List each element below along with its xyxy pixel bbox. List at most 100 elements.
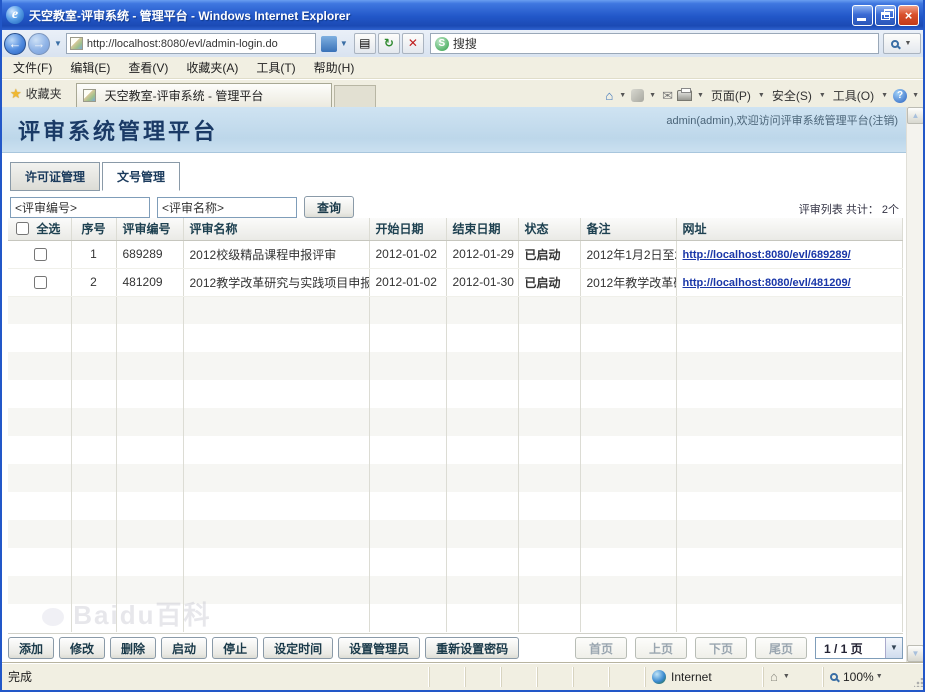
protected-mode-cell[interactable]: ⌂ ▼ — [763, 667, 823, 687]
feeds-icon[interactable] — [631, 89, 644, 102]
tab-document-number-management[interactable]: 文号管理 — [102, 162, 180, 191]
cell-end-date: 2012-01-30 — [446, 268, 518, 296]
header-code: 评审编号 — [116, 218, 183, 240]
empty-row — [8, 296, 903, 324]
query-button[interactable]: 查询 — [304, 196, 354, 218]
new-tab-button[interactable] — [334, 85, 376, 107]
review-name-input[interactable] — [157, 197, 297, 218]
title-bar[interactable]: e 天空教室-评审系统 - 管理平台 - Windows Internet Ex… — [0, 0, 925, 30]
scroll-up-button[interactable]: ▲ — [907, 107, 924, 124]
status-segment — [501, 667, 537, 687]
page-menu[interactable]: 页面(P) — [709, 87, 753, 104]
feeds-dropdown[interactable]: ▼ — [647, 92, 658, 99]
help-dropdown[interactable]: ▼ — [910, 92, 921, 99]
print-icon[interactable] — [677, 90, 692, 101]
tools-menu[interactable]: 工具(O) — [831, 87, 876, 104]
protected-mode-dropdown[interactable]: ▼ — [781, 673, 792, 680]
help-icon[interactable]: ? — [893, 89, 907, 103]
minimize-button[interactable] — [852, 5, 873, 26]
home-dropdown[interactable]: ▼ — [617, 92, 628, 99]
last-page-button[interactable]: 尾页 — [755, 637, 807, 659]
set-admin-button[interactable]: 设置管理员 — [338, 637, 420, 659]
address-dropdown[interactable]: ▼ — [338, 39, 352, 48]
review-url-link[interactable]: http://localhost:8080/evl/689289/ — [683, 249, 851, 261]
status-segment — [609, 667, 645, 687]
first-page-button[interactable]: 首页 — [575, 637, 627, 659]
welcome-text: admin(admin),欢迎访问评审系统管理平台(注销) — [666, 112, 898, 128]
page-content: 评审系统管理平台 admin(admin),欢迎访问评审系统管理平台(注销) 许… — [2, 107, 923, 662]
tools-menu-dropdown[interactable]: ▼ — [879, 92, 890, 99]
menu-favorites[interactable]: 收藏夹(A) — [177, 57, 247, 78]
scroll-down-button[interactable]: ▼ — [907, 645, 924, 662]
resize-grip[interactable] — [911, 663, 925, 690]
mail-icon[interactable]: ✉ — [661, 88, 674, 104]
menu-file[interactable]: 文件(F) — [4, 57, 61, 78]
review-url-link[interactable]: http://localhost:8080/evl/481209/ — [683, 277, 851, 289]
pagination: 首页 上页 下页 尾页 1 / 1 页 ▼ — [575, 637, 903, 659]
star-icon: ★ — [10, 86, 22, 102]
close-button[interactable]: × — [898, 5, 919, 26]
address-field[interactable] — [66, 33, 316, 54]
header-seq: 序号 — [71, 218, 116, 240]
tab-license-management[interactable]: 许可证管理 — [10, 162, 100, 191]
zoom-control[interactable]: 100% ▼ — [823, 667, 911, 687]
stop-button[interactable]: ✕ — [402, 33, 424, 54]
home-icon[interactable]: ⌂ — [604, 88, 614, 103]
review-code-input[interactable] — [10, 197, 150, 218]
menu-edit[interactable]: 编辑(E) — [61, 57, 119, 78]
vertical-scrollbar[interactable]: ▲ ▼ — [906, 107, 923, 662]
menu-help[interactable]: 帮助(H) — [305, 57, 364, 78]
status-segment — [429, 667, 465, 687]
page-select[interactable]: 1 / 1 页 ▼ — [815, 637, 903, 659]
zoom-magnifier-icon — [830, 673, 838, 681]
page-menu-dropdown[interactable]: ▼ — [756, 92, 767, 99]
delete-button[interactable]: 删除 — [110, 637, 156, 659]
zoom-dropdown[interactable]: ▼ — [874, 673, 885, 680]
zoom-level: 100% — [843, 670, 874, 684]
favorites-button[interactable]: ★ 收藏夹 — [4, 82, 70, 107]
protected-mode-icon: ⌂ — [770, 669, 778, 684]
page-preview-button[interactable]: ▤ — [354, 33, 376, 54]
cell-name: 2012教学改革研究与实践项目申报 — [183, 268, 369, 296]
forward-button[interactable]: → — [28, 33, 50, 55]
address-input[interactable] — [87, 38, 312, 50]
search-options-dropdown[interactable]: ▼ — [903, 40, 914, 47]
search-bar: 查询 — [10, 196, 354, 218]
modify-button[interactable]: 修改 — [59, 637, 105, 659]
browser-tab[interactable]: 天空教室-评审系统 - 管理平台 — [76, 83, 332, 107]
back-button[interactable]: ← — [4, 33, 26, 55]
select-all-checkbox[interactable] — [16, 222, 29, 235]
compatibility-view-icon[interactable] — [321, 36, 337, 52]
menu-view[interactable]: 查看(V) — [119, 57, 177, 78]
recent-pages-dropdown[interactable]: ▼ — [52, 39, 66, 48]
cell-start-date: 2012-01-02 — [369, 240, 446, 268]
logout-link[interactable]: (注销) — [869, 115, 898, 127]
start-button[interactable]: 启动 — [161, 637, 207, 659]
row-checkbox[interactable] — [34, 276, 47, 289]
row-checkbox[interactable] — [34, 248, 47, 261]
empty-row — [8, 520, 903, 548]
safety-menu-dropdown[interactable]: ▼ — [817, 92, 828, 99]
reset-password-button[interactable]: 重新设置密码 — [425, 637, 519, 659]
stop-review-button[interactable]: 停止 — [212, 637, 258, 659]
welcome-message: admin(admin),欢迎访问评审系统管理平台 — [666, 115, 868, 127]
header-status: 状态 — [518, 218, 580, 240]
browser-search-button[interactable]: ▼ — [883, 33, 921, 54]
set-time-button[interactable]: 设定时间 — [263, 637, 333, 659]
menu-tools[interactable]: 工具(T) — [247, 57, 304, 78]
browser-search-input[interactable] — [453, 37, 874, 51]
page-select-dropdown-icon[interactable]: ▼ — [885, 638, 902, 658]
restore-button[interactable] — [875, 5, 896, 26]
add-button[interactable]: 添加 — [8, 637, 54, 659]
refresh-button[interactable]: ↻ — [378, 33, 400, 54]
empty-row — [8, 408, 903, 436]
prev-page-button[interactable]: 上页 — [635, 637, 687, 659]
empty-row — [8, 548, 903, 576]
print-dropdown[interactable]: ▼ — [695, 92, 706, 99]
review-table-body: 1 689289 2012校级精品课程申报评审 2012-01-02 2012-… — [8, 240, 903, 632]
next-page-button[interactable]: 下页 — [695, 637, 747, 659]
browser-search-box[interactable]: S — [430, 33, 879, 54]
favorites-label: 收藏夹 — [26, 85, 62, 102]
empty-row — [8, 380, 903, 408]
safety-menu[interactable]: 安全(S) — [770, 87, 814, 104]
